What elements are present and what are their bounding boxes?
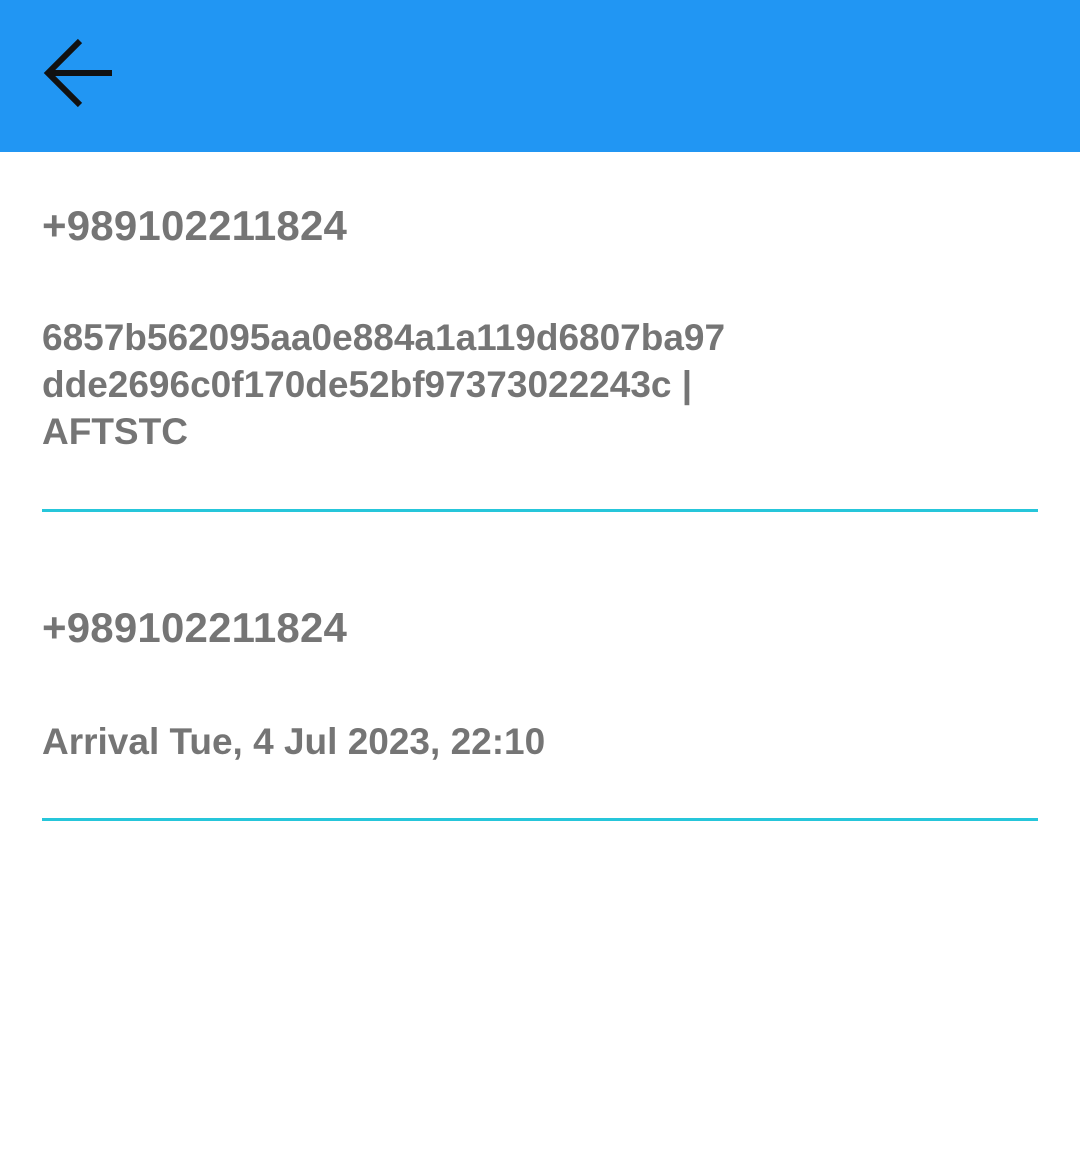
arrow-left-icon: [43, 38, 112, 108]
message-body-line: Arrival Tue, 4 Jul 2023, 22:10: [42, 721, 546, 762]
app-bar: [0, 0, 1080, 152]
back-button[interactable]: [40, 36, 118, 110]
divider: [42, 818, 1038, 821]
message-body: Arrival Tue, 4 Jul 2023, 22:10: [42, 718, 862, 765]
message-body-line: AFTSTC: [42, 411, 188, 452]
message-body: 6857b562095aa0e884a1a119d6807ba97 dde269…: [42, 314, 862, 455]
message-body-line: 6857b562095aa0e884a1a119d6807ba97: [42, 317, 726, 358]
message-body-line: dde2696c0f170de52bf97373022243c |: [42, 364, 693, 405]
sender-number: +989102211824: [42, 604, 348, 651]
divider: [42, 509, 1038, 512]
sender-number: +989102211824: [42, 202, 348, 249]
